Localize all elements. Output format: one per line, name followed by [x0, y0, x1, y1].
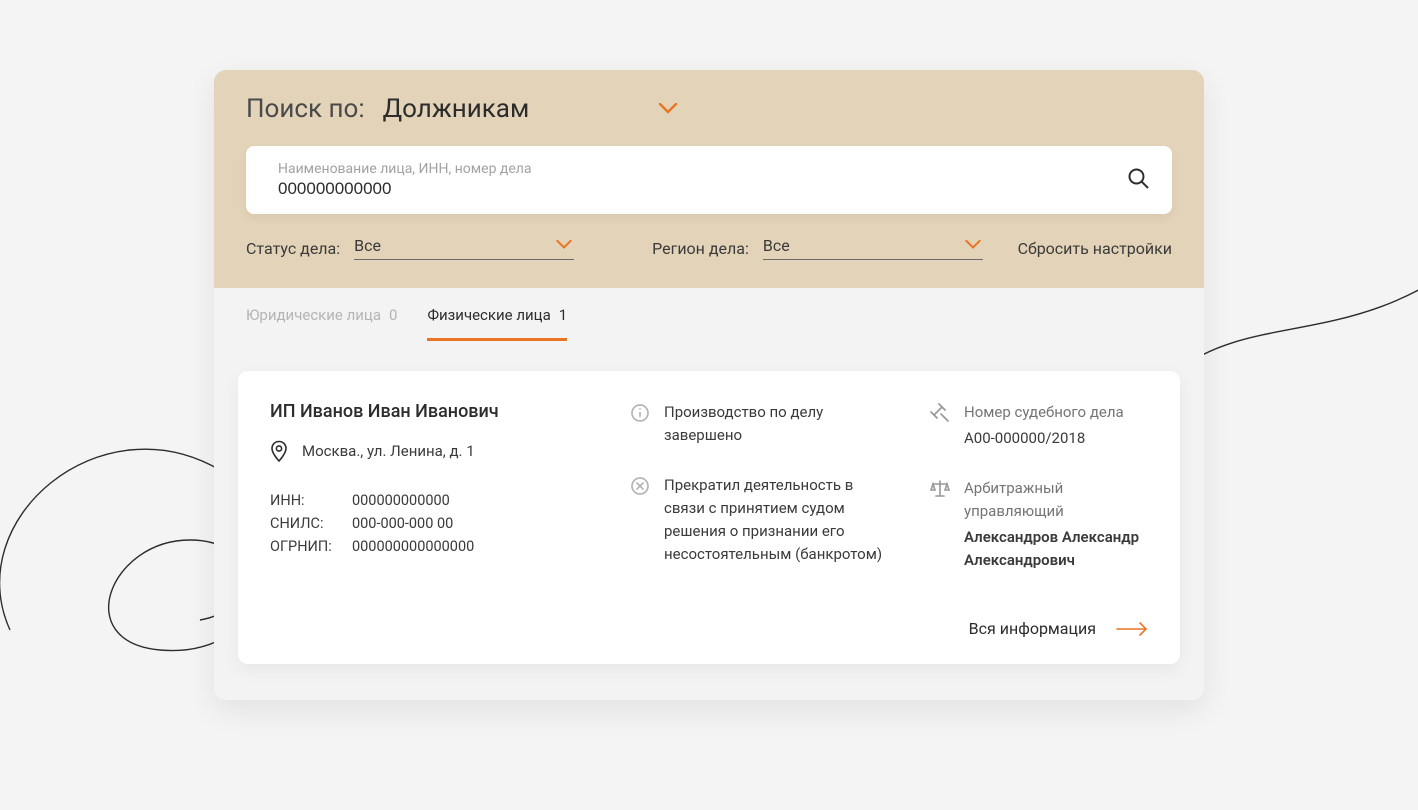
- search-icon: [1127, 167, 1149, 193]
- chevron-down-icon: [556, 240, 574, 252]
- results-area: ИП Иванов Иван Иванович Москва., ул. Лен…: [214, 341, 1204, 700]
- search-header: Поиск по: Должникам Наименование лица, И…: [214, 70, 1204, 288]
- close-circle-icon: [630, 476, 650, 496]
- region-filter-label: Регион дела:: [652, 239, 749, 258]
- full-info-link[interactable]: Вся информация: [969, 619, 1148, 638]
- inn-label: ИНН:: [270, 492, 348, 509]
- tab-label: Юридические лица: [246, 306, 381, 327]
- result-card: ИП Иванов Иван Иванович Москва., ул. Лен…: [238, 371, 1180, 664]
- region-filter-value: Все: [763, 236, 790, 255]
- chevron-down-icon: [659, 103, 677, 115]
- manager-value: Александров Александр Александрович: [964, 526, 1148, 573]
- tab-individuals[interactable]: Физические лица 1: [427, 306, 567, 341]
- debtor-name: ИП Иванов Иван Иванович: [270, 401, 590, 422]
- full-info-label: Вся информация: [969, 619, 1096, 638]
- tab-count: 0: [389, 306, 397, 327]
- search-input[interactable]: [278, 179, 1124, 199]
- ogrnip-label: ОГРНИП:: [270, 538, 348, 555]
- search-category-select[interactable]: Должникам: [383, 94, 678, 124]
- result-tabs: Юридические лица 0 Физические лица 1: [214, 288, 1204, 341]
- region-filter-select[interactable]: Все: [763, 236, 983, 260]
- case-number-value: А00-000000/2018: [964, 427, 1124, 450]
- ogrnip-value: 000000000000000: [352, 538, 474, 555]
- status-filter-select[interactable]: Все: [354, 236, 574, 260]
- manager-label: Арбитражный управляющий: [964, 477, 1148, 524]
- reset-filters-link[interactable]: Сбросить настройки: [1018, 239, 1172, 258]
- search-panel: Поиск по: Должникам Наименование лица, И…: [214, 70, 1204, 700]
- search-placeholder: Наименование лица, ИНН, номер дела: [278, 161, 1124, 177]
- debtor-address: Москва., ул. Ленина, д. 1: [302, 442, 475, 460]
- status-filter-value: Все: [354, 236, 381, 255]
- search-box: Наименование лица, ИНН, номер дела: [246, 146, 1172, 214]
- gavel-icon: [930, 403, 950, 423]
- status-filter-label: Статус дела:: [246, 239, 340, 258]
- snils-label: СНИЛС:: [270, 515, 348, 532]
- search-title-label: Поиск по:: [246, 94, 365, 124]
- info-icon: [630, 403, 650, 423]
- tab-legal-entities[interactable]: Юридические лица 0: [246, 306, 397, 341]
- scales-icon: [930, 479, 950, 499]
- search-category-value: Должникам: [383, 94, 530, 124]
- case-number-label: Номер судебного дела: [964, 401, 1124, 424]
- arrow-right-icon: [1116, 621, 1148, 635]
- tab-label: Физические лица: [427, 306, 550, 324]
- search-button[interactable]: [1124, 166, 1152, 194]
- tab-count: 1: [559, 306, 567, 324]
- id-table: ИНН: 000000000000 СНИЛС: 000-000-000 00 …: [270, 492, 590, 555]
- inn-value: 000000000000: [352, 492, 450, 509]
- case-status-text: Производство по делу завершено: [664, 401, 890, 448]
- chevron-down-icon: [965, 240, 983, 252]
- location-pin-icon: [270, 440, 288, 462]
- snils-value: 000-000-000 00: [352, 515, 453, 532]
- case-reason-text: Прекратил деятельность в связи с приняти…: [664, 474, 890, 567]
